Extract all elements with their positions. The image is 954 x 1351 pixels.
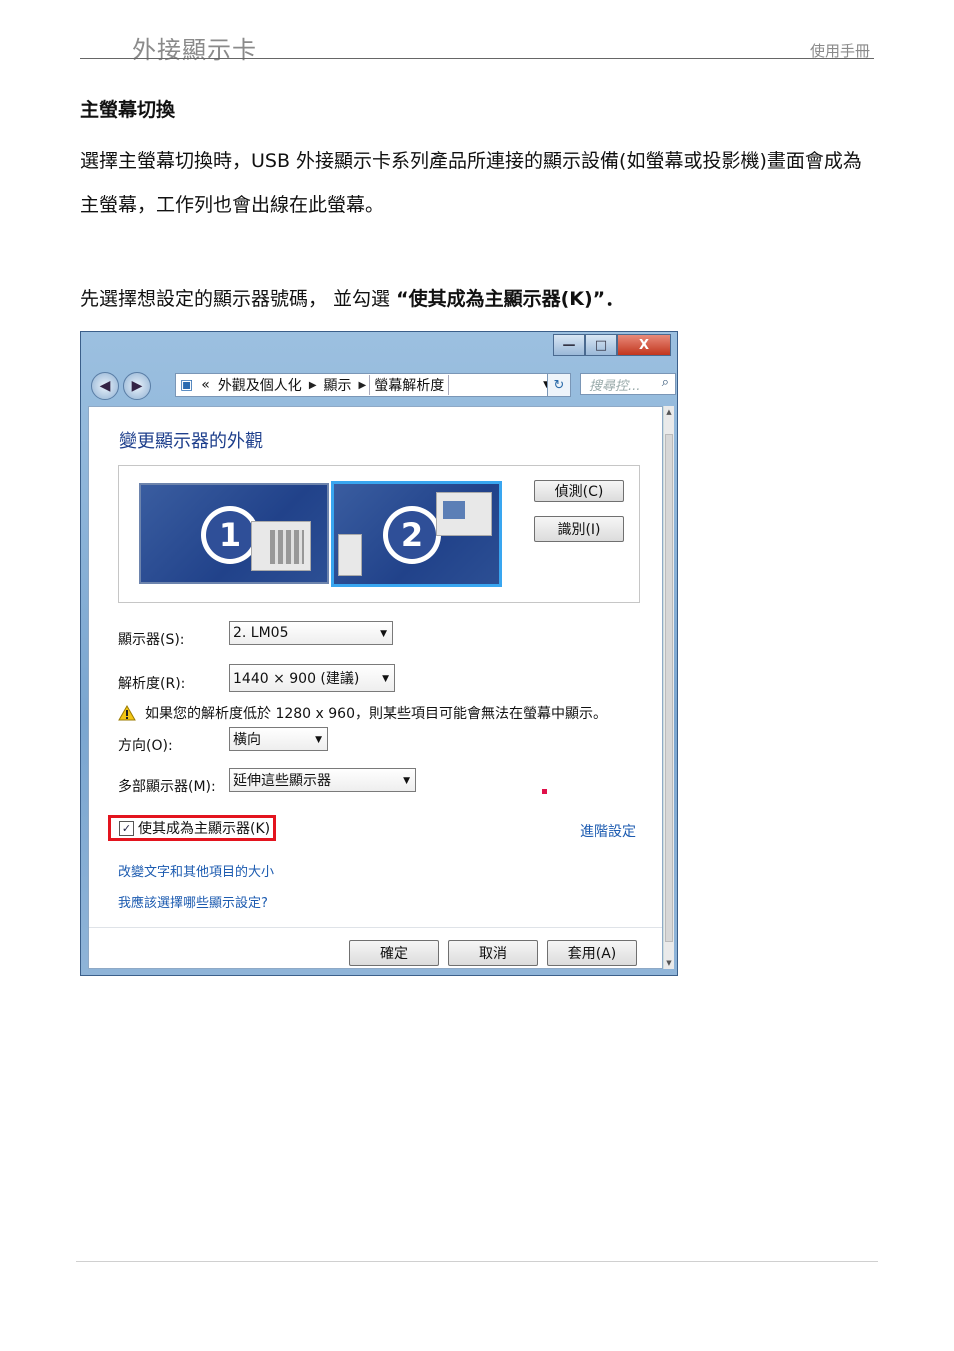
- breadcrumb-personalization[interactable]: 外觀及個人化: [214, 375, 306, 395]
- search-placeholder: 搜尋控...: [589, 378, 641, 394]
- search-icon[interactable]: ⌕: [662, 375, 669, 390]
- display-help-link[interactable]: 我應該選擇哪些顯示設定?: [118, 892, 268, 911]
- scroll-down-icon[interactable]: ▼: [664, 959, 674, 967]
- warning-icon: [118, 705, 136, 721]
- monitor-number: 2: [388, 511, 436, 559]
- identify-button[interactable]: 識別(I): [534, 516, 624, 542]
- chevron-right-icon[interactable]: ▶: [356, 380, 370, 391]
- taskbar-icon: [338, 534, 362, 576]
- description-paragraph: 選擇主螢幕切換時，USB 外接顯示卡系列產品所連接的顯示設備(如螢幕或投影機)畫…: [80, 150, 862, 216]
- cancel-button[interactable]: 取消: [448, 940, 538, 966]
- footer-divider: [76, 1261, 878, 1262]
- display-value: 2. LM05: [233, 625, 289, 641]
- primary-display-label[interactable]: 使其成為主顯示器(K): [138, 818, 270, 838]
- scroll-thumb[interactable]: [665, 434, 673, 942]
- content-title: 變更顯示器的外觀: [119, 431, 263, 452]
- section-title: 主螢幕切換: [80, 99, 176, 121]
- monitor-number-badge: 2: [383, 506, 441, 564]
- orientation-value: 橫向: [233, 732, 261, 748]
- header-divider: [80, 58, 874, 59]
- content-pane: 變更顯示器的外觀 1 2 偵測(C) 識別(I) 顯示器(S): 2. LM05…: [88, 406, 663, 969]
- chevron-down-icon: ▼: [315, 735, 322, 745]
- back-arrow-icon: ◀: [99, 378, 111, 394]
- monitor-arrangement: 1 2 偵測(C) 識別(I): [118, 465, 640, 603]
- multiple-displays-label: 多部顯示器(M):: [118, 779, 216, 795]
- apply-button[interactable]: 套用(A): [547, 940, 637, 966]
- resolution-value: 1440 × 900 (建議): [233, 671, 360, 687]
- forward-arrow-icon: ▶: [131, 378, 143, 394]
- resolution-select[interactable]: 1440 × 900 (建議) ▼: [229, 664, 395, 692]
- breadcrumb-overflow[interactable]: «: [197, 377, 214, 393]
- cursor-marker: [542, 789, 547, 794]
- ok-button[interactable]: 確定: [349, 940, 439, 966]
- monitor-1[interactable]: 1: [139, 483, 329, 584]
- chevron-down-icon: ▼: [380, 629, 387, 639]
- primary-display-highlight[interactable]: ✓ 使其成為主顯示器(K): [108, 815, 276, 841]
- monitor-number: 1: [206, 511, 254, 559]
- resolution-warning: 如果您的解析度低於 1280 x 960，則某些項目可能會無法在螢幕中顯示。: [118, 703, 607, 723]
- screen-resolution-window: — □ X ◀ ▶ ▣ « 外觀及個人化 ▶ 顯示 ▶ 螢幕解析度 ▼ ↻ 搜尋…: [80, 331, 678, 976]
- back-button[interactable]: ◀: [91, 372, 119, 400]
- desktop-window-icon: [436, 492, 492, 536]
- text-size-link[interactable]: 改變文字和其他項目的大小: [118, 861, 274, 880]
- chevron-down-icon: ▼: [382, 674, 389, 684]
- orientation-label: 方向(O):: [118, 738, 173, 754]
- instruction-highlight: “使其成為主顯示器(K)”．: [396, 288, 625, 310]
- chevron-right-icon[interactable]: ▶: [306, 380, 320, 391]
- advanced-settings-link[interactable]: 進階設定: [580, 821, 636, 841]
- window-controls: — □ X: [553, 334, 671, 356]
- scroll-up-icon[interactable]: ▲: [664, 408, 674, 416]
- multiple-displays-value: 延伸這些顯示器: [233, 773, 331, 789]
- detect-button[interactable]: 偵測(C): [534, 480, 624, 502]
- resolution-label: 解析度(R):: [118, 676, 186, 692]
- monitor-2[interactable]: 2: [331, 481, 502, 587]
- address-bar[interactable]: ▣ « 外觀及個人化 ▶ 顯示 ▶ 螢幕解析度 ▼: [175, 373, 557, 397]
- refresh-button[interactable]: ↻: [547, 373, 571, 397]
- document-title: 外接顯示卡: [132, 36, 257, 64]
- vertical-scrollbar[interactable]: ▲ ▼: [663, 406, 674, 969]
- control-panel-icon: ▣: [180, 377, 194, 393]
- orientation-select[interactable]: 橫向 ▼: [229, 727, 328, 751]
- breadcrumb-display[interactable]: 顯示: [320, 375, 356, 395]
- breadcrumb-screen-resolution[interactable]: 螢幕解析度: [369, 375, 450, 395]
- refresh-icon: ↻: [553, 377, 565, 393]
- instruction-text: 先選擇想設定的顯示器號碼， 並勾選 “使其成為主顯示器(K)”．: [80, 284, 624, 311]
- chevron-down-icon: ▼: [403, 776, 410, 786]
- maximize-button[interactable]: □: [585, 334, 617, 356]
- warning-text: 如果您的解析度低於 1280 x 960，則某些項目可能會無法在螢幕中顯示。: [145, 706, 607, 722]
- navigation-bar: ◀ ▶ ▣ « 外觀及個人化 ▶ 顯示 ▶ 螢幕解析度 ▼ ↻ 搜尋控... ⌕: [91, 370, 676, 400]
- minimize-button[interactable]: —: [553, 334, 585, 356]
- display-select[interactable]: 2. LM05 ▼: [229, 621, 393, 645]
- close-button[interactable]: X: [617, 334, 671, 356]
- multiple-displays-select[interactable]: 延伸這些顯示器 ▼: [229, 768, 416, 792]
- primary-display-checkbox[interactable]: ✓: [119, 820, 134, 836]
- display-label: 顯示器(S):: [118, 632, 185, 648]
- desktop-window-icon: [251, 521, 311, 571]
- instruction-prefix: 先選擇想設定的顯示器號碼， 並勾選: [80, 288, 397, 310]
- button-bar-divider: [89, 927, 662, 928]
- forward-button[interactable]: ▶: [123, 372, 151, 400]
- search-input[interactable]: 搜尋控... ⌕: [580, 373, 676, 395]
